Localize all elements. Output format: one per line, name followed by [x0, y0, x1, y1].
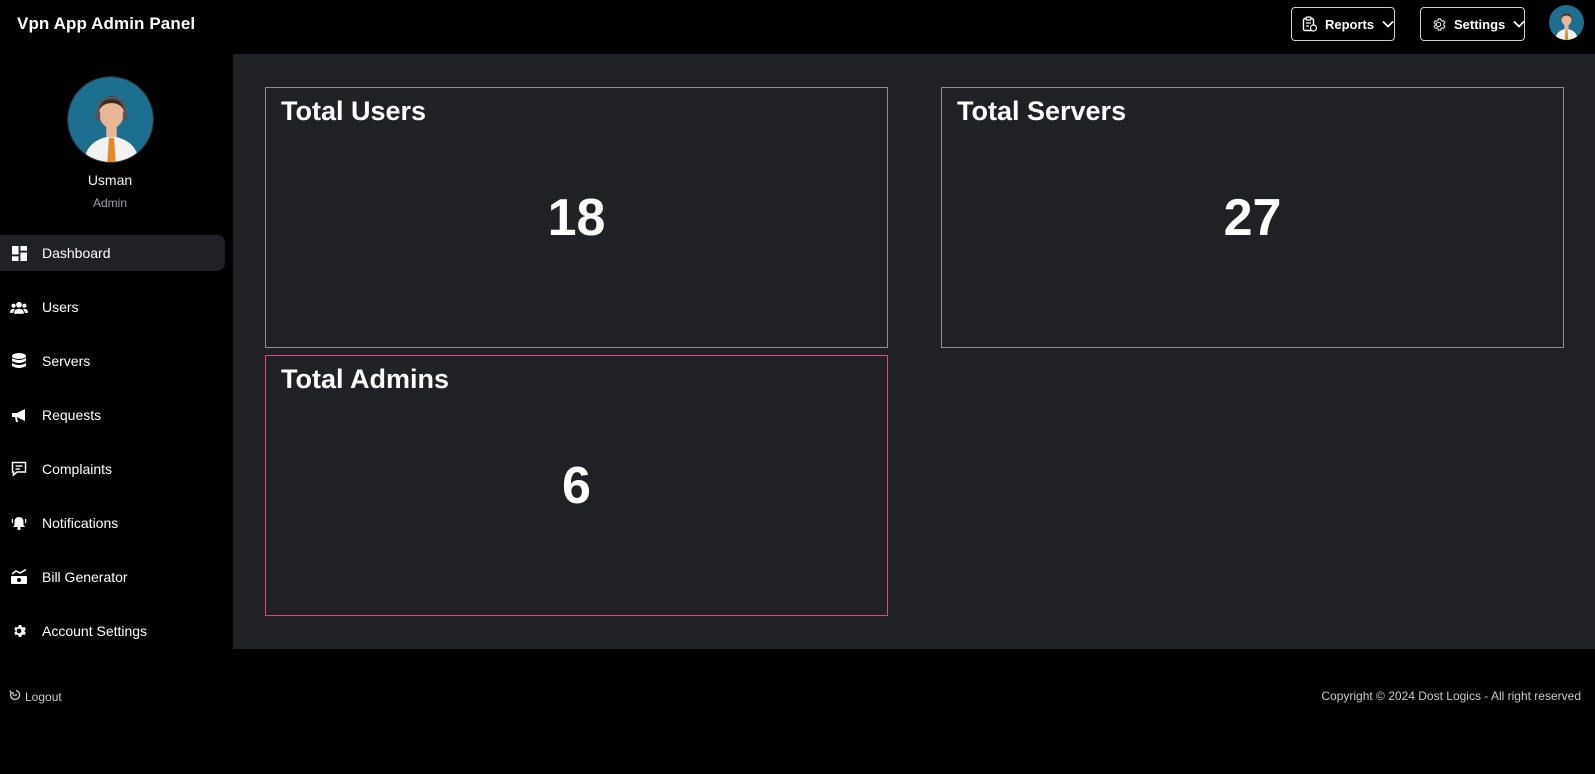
settings-dropdown-button[interactable]: Settings: [1420, 7, 1525, 41]
sidebar-nav: Dashboard Users Servers Requests Complai…: [0, 235, 225, 667]
sidebar: Usman Admin Dashboard Users Servers Requ…: [0, 54, 233, 649]
gear-icon: [1431, 17, 1446, 32]
sidebar-item-label: Bill Generator: [42, 569, 128, 585]
profile-avatar: [67, 76, 154, 163]
card-title: Total Servers: [957, 96, 1127, 126]
comment-alert-icon: [10, 460, 28, 478]
sidebar-item-complaints[interactable]: Complaints: [0, 451, 225, 487]
dashboard-icon: [10, 244, 28, 262]
reports-label: Reports: [1325, 16, 1375, 32]
card-value: 27: [1223, 189, 1282, 247]
clipboard-icon: [1302, 16, 1317, 32]
sidebar-item-notifications[interactable]: Notifications: [0, 505, 225, 541]
sidebar-item-label: Requests: [42, 407, 102, 423]
chevron-down-icon: [1513, 20, 1525, 28]
money-chart-icon: [10, 568, 28, 586]
sidebar-item-account-settings[interactable]: Account Settings: [0, 613, 225, 649]
logout-label: Logout: [25, 689, 62, 704]
settings-label: Settings: [1454, 16, 1506, 32]
app-title: Vpn App Admin Panel: [17, 14, 196, 33]
sidebar-item-label: Notifications: [42, 515, 119, 531]
dashboard-content: Total Users 18 Total Servers 27 Total Ad…: [233, 54, 1595, 649]
gear-icon: [10, 622, 28, 640]
database-icon: [10, 352, 28, 370]
sidebar-item-requests[interactable]: Requests: [0, 397, 225, 433]
sidebar-item-servers[interactable]: Servers: [0, 343, 225, 379]
sidebar-item-dashboard[interactable]: Dashboard: [0, 235, 225, 271]
top-bar: Vpn App Admin Panel Reports Settings: [0, 0, 1595, 54]
card-title: Total Users: [281, 96, 427, 126]
copyright-text: Copyright © 2024 Dost Logics - All right…: [1321, 689, 1581, 703]
chevron-down-icon: [1382, 20, 1394, 28]
megaphone-icon: [10, 406, 28, 424]
card-value: 18: [547, 189, 606, 247]
sidebar-item-label: Users: [42, 299, 79, 315]
users-icon: [10, 298, 28, 316]
user-avatar[interactable]: [1549, 5, 1584, 40]
profile-name: Usman: [87, 172, 133, 188]
sidebar-item-label: Dashboard: [42, 245, 111, 261]
logout-icon: [9, 689, 21, 704]
card-title: Total Admins: [281, 364, 449, 394]
sidebar-item-label: Account Settings: [42, 623, 148, 639]
profile-role: Admin: [92, 196, 127, 210]
sidebar-item-users[interactable]: Users: [0, 289, 225, 325]
sidebar-item-label: Servers: [42, 353, 91, 369]
bell-ring-icon: [10, 514, 28, 532]
total-admins-card: Total Admins 6: [265, 355, 888, 616]
logout-link[interactable]: Logout: [9, 689, 62, 704]
sidebar-item-label: Complaints: [42, 461, 113, 477]
total-servers-card: Total Servers 27: [941, 87, 1564, 348]
sidebar-item-bill-generator[interactable]: Bill Generator: [0, 559, 225, 595]
reports-dropdown-button[interactable]: Reports: [1291, 7, 1395, 41]
footer: Logout Copyright © 2024 Dost Logics - Al…: [0, 649, 1595, 774]
card-value: 6: [562, 457, 591, 515]
total-users-card: Total Users 18: [265, 87, 888, 348]
